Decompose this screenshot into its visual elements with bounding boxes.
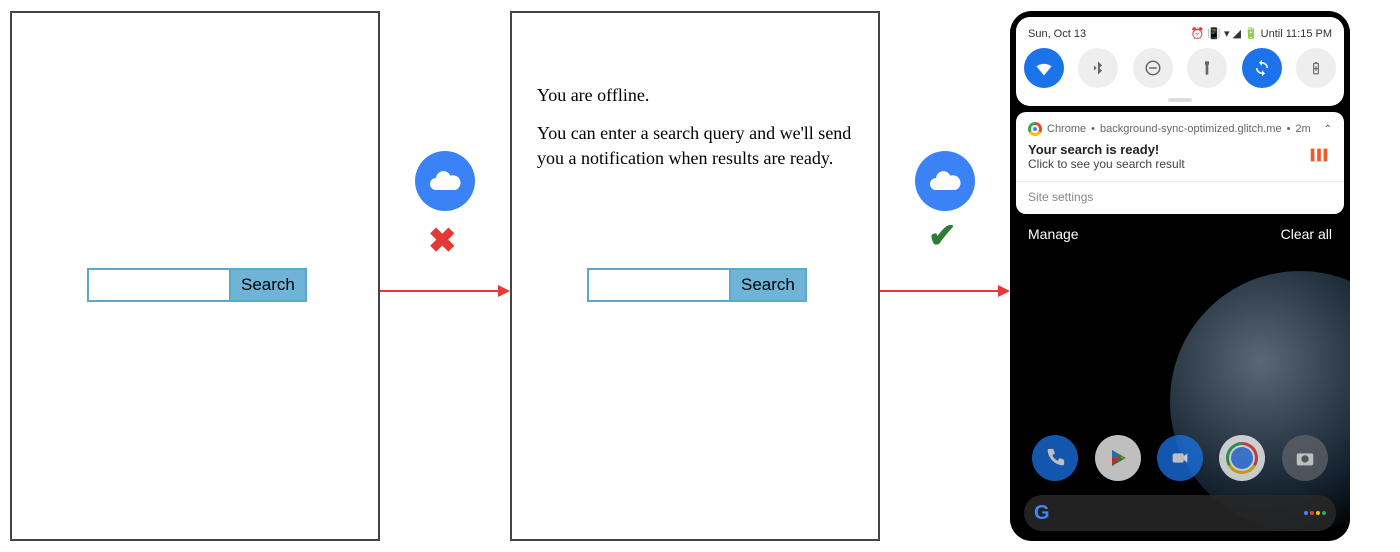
- google-g-icon: G: [1034, 502, 1050, 525]
- flow-connector-1: ✖: [380, 11, 510, 541]
- search-input[interactable]: [89, 270, 229, 300]
- dock-chrome[interactable]: [1219, 435, 1265, 481]
- wifi-icon: ▾: [1224, 27, 1230, 40]
- qs-battery-saver[interactable]: [1296, 48, 1336, 88]
- search-page-offline: You are offline. You can enter a search …: [510, 11, 880, 541]
- shade-actions: Manage Clear all: [1010, 214, 1350, 242]
- manage-button[interactable]: Manage: [1028, 226, 1079, 242]
- arrow-icon: [880, 281, 1010, 306]
- dock-camera[interactable]: [1282, 435, 1328, 481]
- search-row: Search: [587, 268, 807, 302]
- qs-bluetooth[interactable]: [1078, 48, 1118, 88]
- vibrate-icon: 📳: [1207, 27, 1221, 40]
- dock: [1010, 435, 1350, 481]
- check-icon: ✔: [928, 216, 957, 256]
- notification-body: Click to see you search result: [1028, 157, 1185, 171]
- search-page-initial: Search: [10, 11, 380, 541]
- search-button[interactable]: Search: [729, 270, 805, 300]
- notification-title: Your search is ready!: [1028, 142, 1185, 157]
- qs-flashlight[interactable]: [1187, 48, 1227, 88]
- dock-phone[interactable]: [1032, 435, 1078, 481]
- quick-settings-tiles: [1024, 48, 1336, 94]
- x-icon: ✖: [428, 221, 457, 261]
- signal-icon: ◢: [1233, 27, 1241, 40]
- wallpaper-earth: [1170, 271, 1350, 531]
- notification-header: Chrome • background-sync-optimized.glitc…: [1028, 122, 1332, 136]
- dock-duo[interactable]: [1157, 435, 1203, 481]
- notification-age: 2m: [1295, 123, 1310, 135]
- qs-drag-handle[interactable]: [1168, 98, 1192, 102]
- quick-settings-panel: Sun, Oct 13 ⏰ 📳 ▾ ◢ 🔋 Until 11:15 PM: [1016, 17, 1344, 106]
- assistant-icon[interactable]: [1304, 511, 1326, 515]
- offline-body: You can enter a search query and we'll s…: [537, 121, 853, 170]
- cloud-icon: [915, 151, 975, 211]
- search-row: Search: [87, 268, 307, 302]
- offline-title: You are offline.: [537, 83, 853, 107]
- status-bar: Sun, Oct 13 ⏰ 📳 ▾ ◢ 🔋 Until 11:15 PM: [1024, 25, 1336, 48]
- offline-message: You are offline. You can enter a search …: [537, 83, 853, 184]
- notification-card[interactable]: Chrome • background-sync-optimized.glitc…: [1016, 112, 1344, 214]
- divider: [1016, 181, 1344, 182]
- cloud-icon: [415, 151, 475, 211]
- arrow-icon: [380, 281, 510, 306]
- site-settings-link[interactable]: Site settings: [1028, 190, 1332, 204]
- dock-play-store[interactable]: [1095, 435, 1141, 481]
- search-pill[interactable]: G: [1024, 495, 1336, 531]
- qs-auto-rotate[interactable]: [1242, 48, 1282, 88]
- notification-source: background-sync-optimized.glitch.me: [1100, 123, 1282, 135]
- flow-connector-2: ✔: [880, 11, 1010, 541]
- qs-wifi[interactable]: [1024, 48, 1064, 88]
- qs-dnd[interactable]: [1133, 48, 1173, 88]
- notification-app: Chrome: [1047, 123, 1086, 135]
- status-right: ⏰ 📳 ▾ ◢ 🔋 Until 11:15 PM: [1191, 27, 1332, 40]
- alarm-icon: ⏰: [1191, 27, 1205, 40]
- chevron-up-icon[interactable]: ⌃: [1324, 124, 1332, 135]
- search-button[interactable]: Search: [229, 270, 305, 300]
- search-input[interactable]: [589, 270, 729, 300]
- status-date: Sun, Oct 13: [1028, 28, 1086, 40]
- phone-screen: Sun, Oct 13 ⏰ 📳 ▾ ◢ 🔋 Until 11:15 PM: [1010, 11, 1350, 541]
- battery-icon: 🔋: [1244, 27, 1258, 40]
- notification-app-icon: [1306, 142, 1332, 168]
- clear-all-button[interactable]: Clear all: [1281, 226, 1332, 242]
- status-until: Until 11:15 PM: [1261, 28, 1332, 40]
- chrome-icon: [1028, 122, 1042, 136]
